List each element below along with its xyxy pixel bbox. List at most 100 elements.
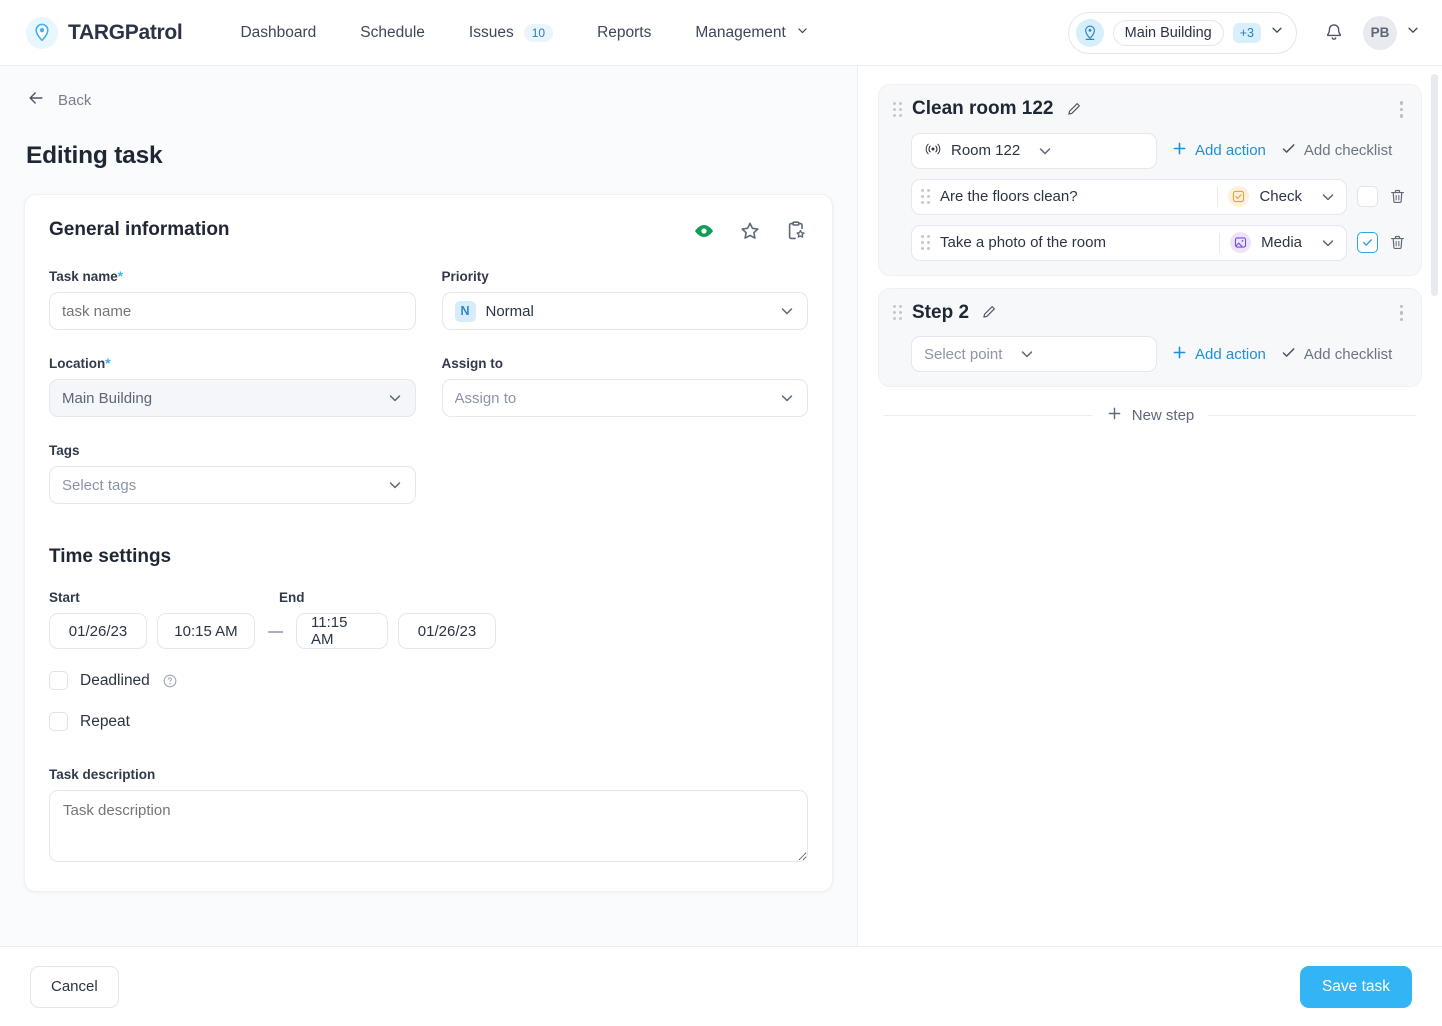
trash-icon[interactable]	[1388, 233, 1407, 252]
eye-icon[interactable]	[692, 219, 716, 243]
checklist-item[interactable]: Take a photo of the room Media	[911, 225, 1347, 261]
location-select[interactable]: Main Building	[49, 379, 416, 417]
location-name: Main Building	[1113, 20, 1224, 46]
check-square-icon	[1228, 186, 1249, 207]
task-name-label: Task name*	[49, 269, 416, 284]
end-time-input[interactable]: 11:15 AM	[296, 613, 388, 649]
end-date-input[interactable]: 01/26/23	[398, 613, 496, 649]
kebab-menu-icon[interactable]	[1396, 97, 1408, 122]
repeat-checkbox[interactable]	[49, 712, 68, 731]
checklist-required-checkbox[interactable]	[1357, 186, 1378, 207]
repeat-row: Repeat	[49, 712, 808, 731]
form-row-2: Location* Main Building Assign to Assign…	[49, 356, 808, 417]
divider	[1217, 187, 1218, 207]
save-task-button[interactable]: Save task	[1300, 966, 1412, 1008]
user-menu[interactable]: PB	[1363, 16, 1420, 50]
priority-badge: N	[455, 301, 476, 322]
brand-logo-group[interactable]: TARGPatrol	[26, 17, 182, 49]
image-icon	[1230, 232, 1251, 253]
checklist-text: Take a photo of the room	[940, 234, 1209, 251]
point-select[interactable]: Select point	[911, 336, 1157, 372]
drag-handle-icon[interactable]	[921, 189, 930, 204]
notifications-bell-icon[interactable]	[1323, 22, 1345, 44]
brand-name: TARGPatrol	[68, 21, 182, 45]
add-checklist-label: Add checklist	[1304, 346, 1392, 363]
cancel-button[interactable]: Cancel	[30, 966, 119, 1008]
step-card: Clean room 122	[878, 84, 1422, 276]
tags-select[interactable]: Select tags	[49, 466, 416, 504]
step-header: Clean room 122	[893, 97, 1407, 122]
time-labels-row: Start End	[49, 590, 808, 605]
end-label: End	[279, 590, 305, 605]
point-value: Select point	[924, 346, 1002, 363]
clipboard-star-icon[interactable]	[784, 219, 808, 243]
step-point-row: Select point Add action	[893, 336, 1407, 372]
assign-to-select[interactable]: Assign to	[442, 379, 809, 417]
divider	[1208, 415, 1416, 416]
location-field-group: Location* Main Building	[49, 356, 416, 417]
divider	[1219, 233, 1220, 253]
vertical-scrollbar[interactable]	[1431, 74, 1438, 296]
deadlined-checkbox[interactable]	[49, 671, 68, 690]
add-checklist-button[interactable]: Add checklist	[1280, 344, 1392, 365]
drag-handle-icon[interactable]	[921, 235, 930, 250]
steps-pane: Clean room 122	[858, 66, 1442, 946]
map-pin-icon	[26, 17, 58, 49]
point-select[interactable]: Room 122	[911, 133, 1157, 169]
back-label: Back	[58, 92, 91, 109]
nav-item-management[interactable]: Management	[673, 16, 830, 50]
location-selector[interactable]: Main Building +3	[1068, 12, 1297, 54]
assign-to-value: Assign to	[455, 390, 772, 407]
nav-item-dashboard[interactable]: Dashboard	[218, 16, 338, 50]
nav-item-reports[interactable]: Reports	[575, 16, 673, 50]
general-information-card: General information	[24, 194, 833, 892]
checklist-row: Are the floors clean? Check	[893, 179, 1407, 215]
checklist-required-checkbox[interactable]	[1357, 232, 1378, 253]
main-nav: Dashboard Schedule Issues 10 Reports Man…	[218, 16, 830, 50]
add-checklist-button[interactable]: Add checklist	[1280, 140, 1392, 161]
new-step-button[interactable]: New step	[1106, 405, 1195, 426]
assign-to-field-group: Assign to Assign to	[442, 356, 809, 417]
back-button[interactable]: Back	[24, 66, 833, 112]
checklist-item[interactable]: Are the floors clean? Check	[911, 179, 1347, 215]
tags-value: Select tags	[62, 477, 379, 494]
nav-item-issues[interactable]: Issues 10	[447, 16, 575, 50]
chevron-down-icon	[1270, 23, 1284, 42]
add-action-button[interactable]: Add action	[1171, 344, 1266, 365]
footer-action-bar: Cancel Save task	[0, 946, 1442, 1026]
drag-handle-icon[interactable]	[893, 102, 902, 117]
add-action-button[interactable]: Add action	[1171, 140, 1266, 161]
task-description-textarea[interactable]	[49, 790, 808, 862]
checklist-text: Are the floors clean?	[940, 188, 1207, 205]
start-time-input[interactable]: 10:15 AM	[157, 613, 255, 649]
trash-icon[interactable]	[1388, 187, 1407, 206]
checklist-type: Media	[1261, 234, 1302, 251]
start-date-input[interactable]: 01/26/23	[49, 613, 147, 649]
nav-label: Reports	[597, 24, 651, 42]
chevron-down-icon[interactable]	[1320, 189, 1336, 205]
top-navigation-bar: TARGPatrol Dashboard Schedule Issues 10 …	[0, 0, 1442, 66]
nav-label: Issues	[469, 24, 514, 42]
task-form-pane: Back Editing task General information	[0, 66, 858, 946]
point-value: Room 122	[951, 142, 1020, 159]
task-name-input[interactable]	[49, 292, 416, 330]
nav-label: Management	[695, 24, 785, 42]
divider	[884, 415, 1092, 416]
question-circle-icon[interactable]	[162, 673, 178, 689]
pencil-icon[interactable]	[979, 303, 998, 322]
deadlined-label: Deadlined	[80, 672, 150, 690]
star-icon[interactable]	[738, 219, 762, 243]
priority-select[interactable]: N Normal	[442, 292, 809, 330]
location-label: Location*	[49, 356, 416, 371]
step-point-row: Room 122 Add action	[893, 133, 1407, 169]
nav-item-schedule[interactable]: Schedule	[338, 16, 447, 50]
card-header: General information	[49, 219, 808, 243]
drag-handle-icon[interactable]	[893, 305, 902, 320]
checklist-row: Take a photo of the room Media	[893, 225, 1407, 261]
chevron-down-icon[interactable]	[1320, 235, 1336, 251]
step-title: Step 2	[912, 302, 969, 324]
pencil-icon[interactable]	[1064, 100, 1083, 119]
empty-cell	[442, 443, 809, 504]
start-label: Start	[49, 590, 279, 605]
kebab-menu-icon[interactable]	[1396, 301, 1408, 326]
